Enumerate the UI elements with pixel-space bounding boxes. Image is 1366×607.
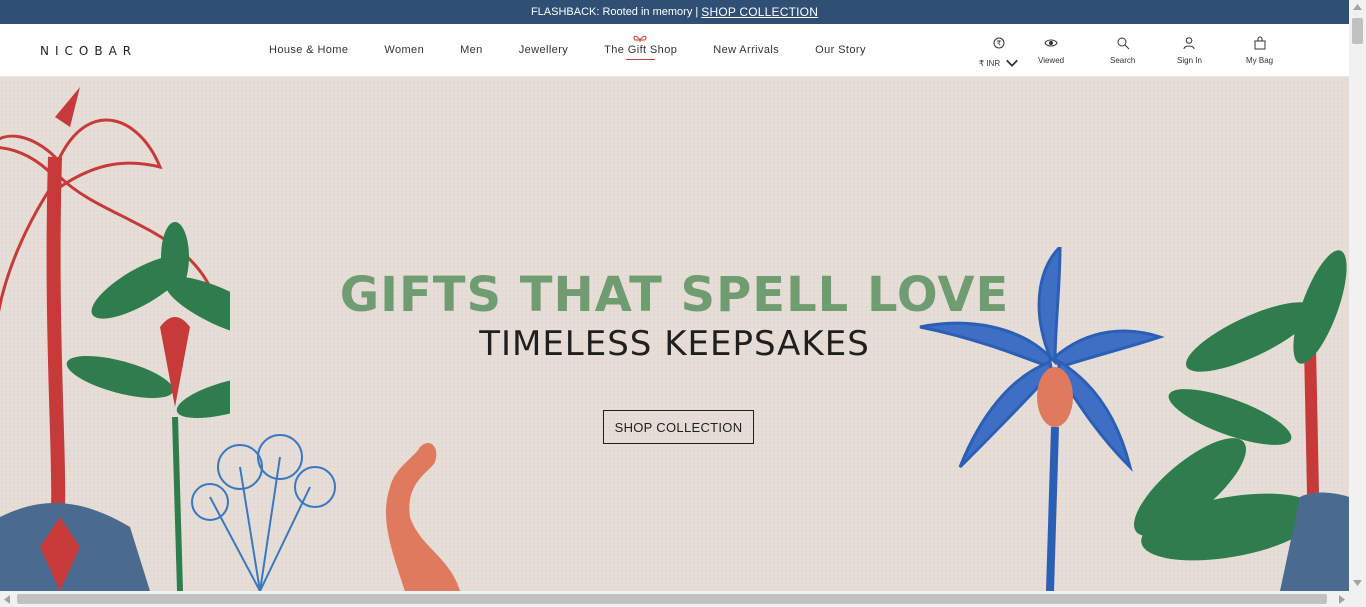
nav-house-home[interactable]: House & Home [269,44,348,56]
nav-new-arrivals[interactable]: New Arrivals [713,44,779,56]
nav-women[interactable]: Women [384,44,424,56]
scroll-down-icon[interactable] [1353,580,1362,586]
hero-banner: GIFTS THAT SPELL LOVE TIMELESS KEEPSAKES… [0,77,1349,591]
scroll-right-icon[interactable] [1339,595,1345,604]
vertical-scrollbar[interactable] [1349,0,1366,607]
shop-collection-button[interactable]: SHOP COLLECTION [603,410,754,444]
horizontal-scrollbar[interactable] [0,591,1349,607]
vertical-scroll-thumb[interactable] [1352,18,1363,44]
viewed-button[interactable]: Viewed [1038,36,1064,65]
search-icon [1117,37,1130,50]
currency-label: ₹ INR [979,58,1001,68]
logo[interactable]: NICOBAR [40,44,137,58]
bag-icon [1254,36,1266,50]
nav-gift-shop-label: The Gift Shop [604,44,678,56]
signin-label: Sign In [1177,56,1202,65]
gift-bow-icon [633,35,647,42]
chevron-down-icon [1006,59,1018,67]
nav-jewellery[interactable]: Jewellery [519,44,568,56]
middle-left-illustration [191,434,460,591]
hero-title: GIFTS THAT SPELL LOVE [339,267,1010,323]
announcement-text: FLASHBACK: Rooted in memory | [530,6,699,18]
hero-subtitle: TIMELESS KEEPSAKES [479,324,870,364]
nav-men[interactable]: Men [460,44,483,56]
user-icon [1183,37,1195,50]
currency-selector[interactable]: ₹ ₹ INR [979,36,1019,70]
scroll-up-icon[interactable] [1353,4,1362,10]
search-label: Search [1110,56,1136,65]
nav-our-story[interactable]: Our Story [815,44,866,56]
bag-label: My Bag [1246,56,1274,65]
currency-icon: ₹ [993,37,1005,49]
announcement-link[interactable]: SHOP COLLECTION [701,5,818,19]
header-tools: ₹ ₹ INR Viewed Search Sign In My Bag [969,24,1349,76]
announcement-bar: FLASHBACK: Rooted in memory | SHOP COLLE… [0,0,1349,24]
bag-button[interactable]: My Bag [1246,36,1273,65]
main-nav: House & Home Women Men Jewellery The Gif… [251,24,884,76]
svg-text:₹: ₹ [997,40,1002,48]
scroll-left-icon[interactable] [4,595,10,604]
nav-gift-shop[interactable]: The Gift Shop [604,35,678,60]
viewed-label: Viewed [1038,56,1065,65]
eye-icon [1044,39,1058,47]
site-header: NICOBAR House & Home Women Men Jewellery… [0,24,1349,77]
search-button[interactable]: Search [1110,36,1135,65]
signin-button[interactable]: Sign In [1177,36,1202,65]
horizontal-scroll-thumb[interactable] [17,594,1327,604]
